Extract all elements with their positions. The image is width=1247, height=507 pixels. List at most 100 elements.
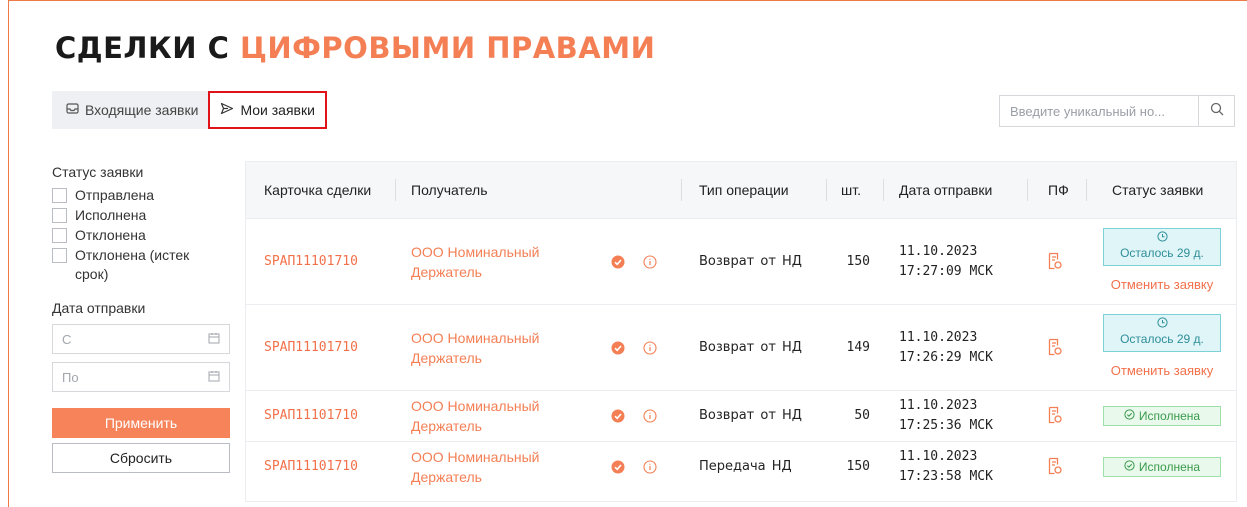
- verified-icon: [611, 255, 625, 272]
- page-frame: СДЕЛКИ С ЦИФРОВЫМИ ПРАВАМИ Входящие заяв…: [8, 0, 1247, 507]
- col-operation: Тип операции: [699, 182, 789, 198]
- checkbox[interactable]: [52, 248, 67, 263]
- tab-my-requests-label: Мои заявки: [240, 102, 315, 118]
- table-row: SPAП11101710 ООО Номинальный Держатель В…: [246, 304, 1236, 390]
- recipient-link[interactable]: ООО Номинальный Держатель: [411, 242, 601, 282]
- cancel-request-link[interactable]: Отменить заявку: [1103, 363, 1221, 378]
- calendar-icon: [208, 332, 220, 347]
- status-filter-expired-label: Отклонена (истек срок): [75, 247, 190, 282]
- col-separator: [681, 179, 682, 201]
- status-cell: Осталось 29 д. Отменить заявку: [1103, 314, 1221, 378]
- reset-button[interactable]: Сбросить: [52, 443, 230, 473]
- search-box: [999, 95, 1235, 127]
- table-row: SPAП11101710 ООО Номинальный Держатель В…: [246, 218, 1236, 304]
- verified-icon: [611, 341, 625, 358]
- cancel-request-link[interactable]: Отменить заявку: [1103, 277, 1221, 292]
- col-separator: [883, 179, 884, 201]
- info-icon[interactable]: [643, 409, 657, 426]
- check-circle-icon: [1124, 460, 1135, 474]
- status-filter-done-label: Исполнена: [75, 207, 147, 223]
- search-button[interactable]: [1198, 96, 1234, 126]
- operation-type: Возврат от НД: [699, 408, 802, 423]
- check-circle-icon: [1124, 409, 1135, 423]
- date-from-field[interactable]: С: [52, 324, 230, 354]
- status-badge-label: Осталось 29 д.: [1120, 332, 1204, 346]
- page-title: СДЕЛКИ С ЦИФРОВЫМИ ПРАВАМИ: [55, 31, 655, 65]
- status-badge: Исполнена: [1103, 457, 1221, 477]
- send-date-day: 11.10.2023: [899, 244, 978, 259]
- send-icon: [220, 102, 234, 118]
- send-date-time: 17:25:36 МСК: [899, 418, 993, 433]
- status-filter-done[interactable]: Исполнена: [52, 206, 232, 225]
- deal-card-link[interactable]: SPAП11101710: [264, 459, 358, 474]
- status-badge-label: Осталось 29 д.: [1120, 246, 1204, 260]
- status-cell: Осталось 29 д. Отменить заявку: [1103, 228, 1221, 292]
- recipient-link[interactable]: ООО Номинальный Держатель: [411, 328, 601, 368]
- operation-type: Передача НД: [699, 459, 792, 474]
- deal-card-link[interactable]: SPAП11101710: [264, 254, 358, 269]
- status-badge-label: Исполнена: [1138, 409, 1201, 423]
- send-date-day: 11.10.2023: [899, 398, 978, 413]
- send-date: 11.10.2023 17:26:29 МСК: [899, 328, 993, 368]
- search-input[interactable]: [1000, 96, 1198, 126]
- send-date: 11.10.2023 17:25:36 МСК: [899, 396, 993, 436]
- verified-icon: [611, 460, 625, 477]
- date-from-placeholder: С: [62, 331, 72, 347]
- recipient-link[interactable]: ООО Номинальный Держатель: [411, 447, 601, 487]
- status-filter-sent[interactable]: Отправлена: [52, 186, 232, 205]
- send-date-day: 11.10.2023: [899, 330, 978, 345]
- status-filter-label: Статус заявки: [52, 164, 144, 180]
- operation-type: Возврат от НД: [699, 340, 802, 355]
- col-separator: [1027, 179, 1028, 201]
- date-to-placeholder: По: [62, 369, 79, 385]
- send-date-time: 17:26:29 МСК: [899, 350, 993, 365]
- deals-table: Карточка сделки Получатель Тип операции …: [245, 161, 1237, 502]
- verified-icon: [611, 409, 625, 426]
- status-filter-rejected[interactable]: Отклонена: [52, 226, 232, 245]
- document-icon[interactable]: [1048, 338, 1062, 359]
- table-row: SPAП11101710 ООО Номинальный Держатель В…: [246, 390, 1236, 441]
- checkbox[interactable]: [52, 208, 67, 223]
- tab-my-requests[interactable]: Мои заявки: [208, 91, 327, 129]
- send-date-time: 17:23:58 МСК: [899, 469, 993, 484]
- col-pf: ПФ: [1048, 182, 1069, 198]
- page-title-part1: СДЕЛКИ С: [55, 31, 230, 65]
- send-date: 11.10.2023 17:27:09 МСК: [899, 242, 993, 282]
- send-date-day: 11.10.2023: [899, 449, 978, 464]
- status-badge-label: Исполнена: [1138, 460, 1201, 474]
- quantity: 50: [854, 408, 870, 423]
- tab-incoming[interactable]: Входящие заявки: [52, 91, 209, 129]
- col-card: Карточка сделки: [264, 182, 372, 198]
- date-to-field[interactable]: По: [52, 362, 230, 392]
- clock-icon: [1104, 231, 1220, 246]
- deal-card-link[interactable]: SPAП11101710: [264, 340, 358, 355]
- col-separator: [1086, 179, 1087, 201]
- info-icon[interactable]: [643, 255, 657, 272]
- page-title-part2: ЦИФРОВЫМИ ПРАВАМИ: [239, 31, 656, 65]
- search-icon: [1210, 102, 1224, 121]
- apply-button[interactable]: Применить: [52, 408, 230, 438]
- col-separator: [826, 179, 827, 201]
- checkbox[interactable]: [52, 228, 67, 243]
- status-filter-sent-label: Отправлена: [75, 187, 155, 203]
- checkbox[interactable]: [52, 188, 67, 203]
- operation-type: Возврат от НД: [699, 254, 802, 269]
- tab-bar: Входящие заявки Мои заявки: [52, 91, 327, 129]
- col-status: Статус заявки: [1112, 182, 1204, 198]
- col-qty: шт.: [841, 182, 861, 198]
- quantity: 149: [846, 340, 870, 355]
- status-filter-expired[interactable]: Отклонена (истек срок): [52, 246, 232, 284]
- document-icon[interactable]: [1048, 252, 1062, 273]
- col-recipient: Получатель: [411, 182, 488, 198]
- document-icon[interactable]: [1048, 457, 1062, 478]
- deal-card-link[interactable]: SPAП11101710: [264, 408, 358, 423]
- document-icon[interactable]: [1048, 406, 1062, 427]
- info-icon[interactable]: [643, 460, 657, 477]
- send-date-time: 17:27:09 МСК: [899, 264, 993, 279]
- status-badge: Осталось 29 д.: [1103, 228, 1221, 266]
- clock-icon: [1104, 317, 1220, 332]
- info-icon[interactable]: [643, 341, 657, 358]
- recipient-link[interactable]: ООО Номинальный Держатель: [411, 396, 601, 436]
- col-separator: [395, 179, 396, 201]
- status-cell: Исполнена: [1103, 457, 1221, 477]
